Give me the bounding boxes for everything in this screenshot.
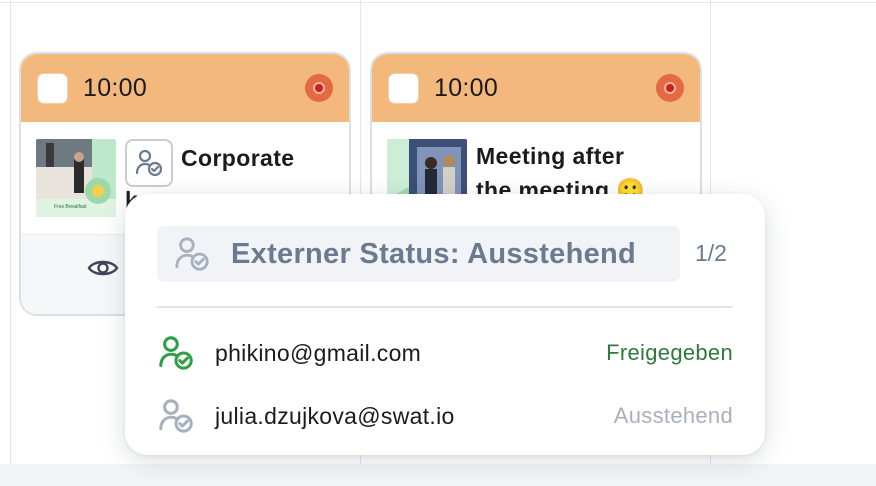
external-status-popover: Externer Status: Ausstehend 1/2 phikino@…: [125, 194, 765, 455]
approval-count: 1/2: [695, 240, 727, 266]
recipient-row: phikino@gmail.com Freigegeben: [157, 333, 733, 373]
recipient-email: phikino@gmail.com: [215, 339, 422, 366]
grid-line: [0, 2, 876, 3]
divider: [157, 306, 733, 308]
avatar-icon: [305, 74, 333, 102]
post-time: 10:00: [434, 73, 499, 102]
post-time: 10:00: [83, 73, 148, 102]
user-check-icon: [175, 237, 209, 271]
popover-title: Externer Status: Ausstehend: [231, 237, 637, 270]
post-card-header: 10:00: [21, 54, 349, 122]
eye-icon[interactable]: [87, 257, 119, 279]
post-title[interactable]: Corporate: [181, 141, 295, 175]
user-check-icon: [159, 336, 193, 370]
recipient-row: julia.dzujkova@swat.io Ausstehend: [157, 396, 733, 436]
grid-line: [10, 0, 11, 464]
post-title[interactable]: Meeting after: [476, 139, 624, 173]
select-checkbox[interactable]: [388, 72, 419, 104]
recipient-status: Freigegeben: [606, 340, 733, 365]
popover-header: Externer Status: Ausstehend: [157, 226, 680, 282]
calendar-footer-strip: [0, 464, 876, 486]
user-check-icon: [159, 399, 193, 433]
post-card-header: 10:00: [372, 54, 700, 122]
recipient-status: Ausstehend: [613, 403, 733, 428]
calendar-view: 10:00 Fres Breakfast Corporate 10:00 Mee…: [0, 0, 876, 486]
recipient-email: julia.dzujkova@swat.io: [215, 402, 455, 429]
avatar-icon: [656, 74, 684, 102]
select-checkbox[interactable]: [37, 72, 68, 104]
external-status-button[interactable]: [125, 139, 173, 187]
post-thumbnail[interactable]: Fres Breakfast: [36, 139, 116, 217]
thumbnail-caption: Fres Breakfast: [54, 204, 87, 210]
user-check-icon: [135, 149, 163, 177]
